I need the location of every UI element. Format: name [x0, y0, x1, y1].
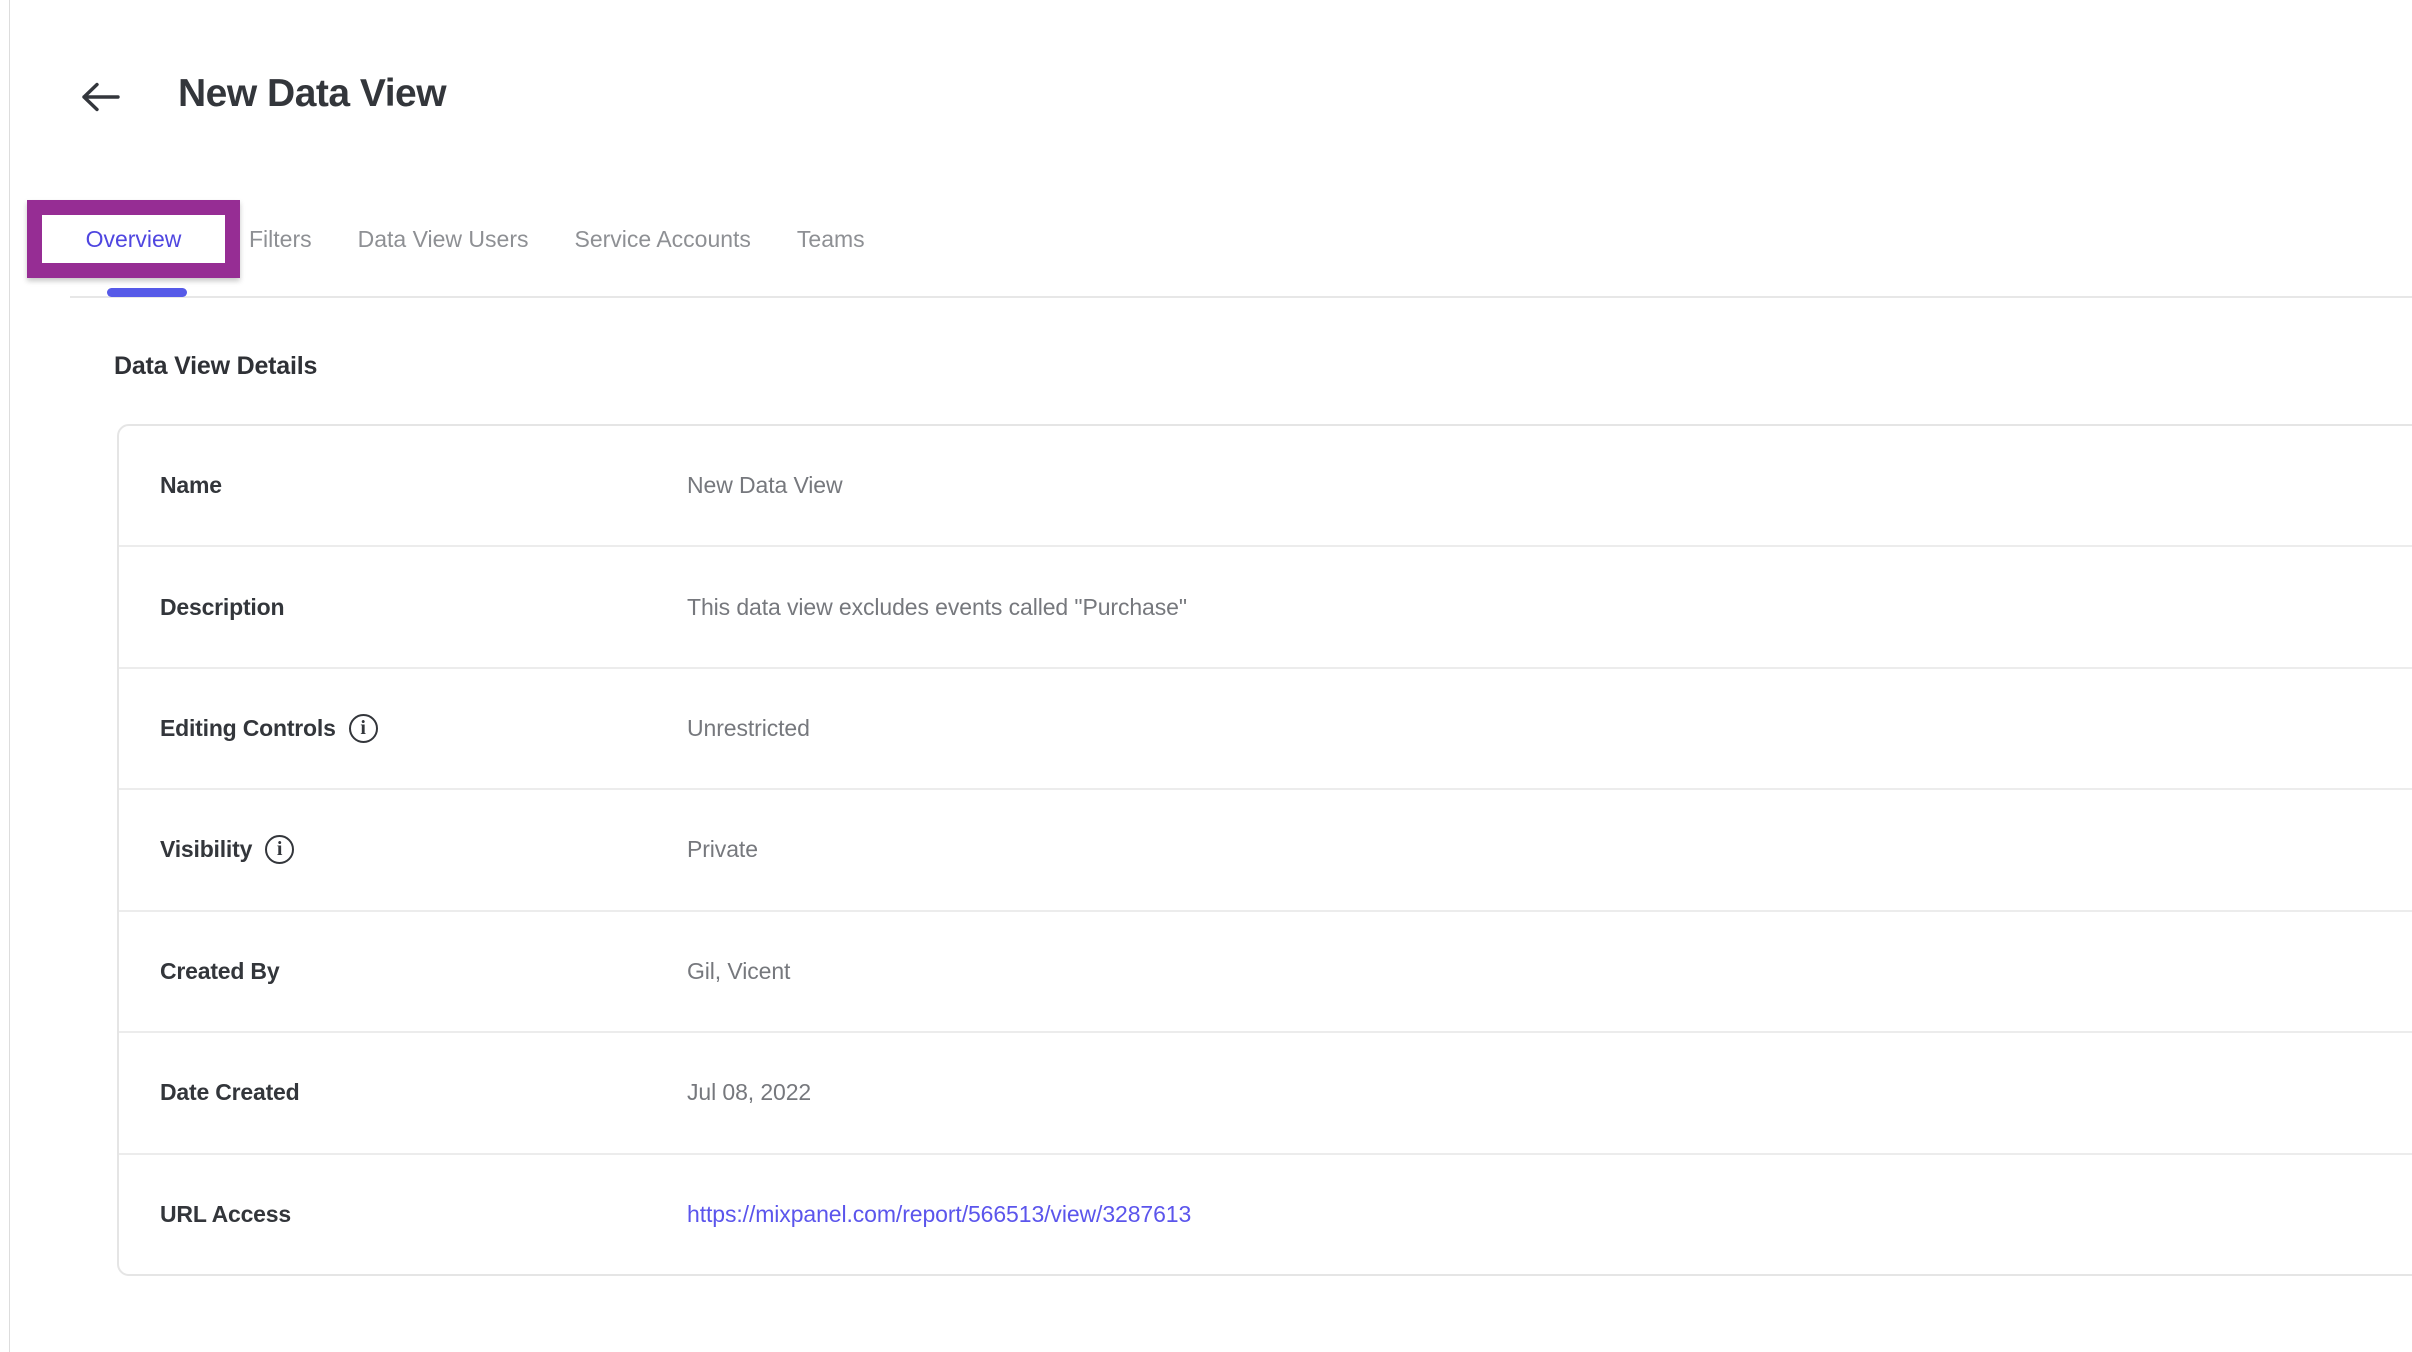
- page-title: New Data View: [178, 70, 446, 118]
- back-button[interactable]: [76, 76, 124, 120]
- editing-controls-value: Unrestricted: [687, 715, 810, 742]
- tab-overview[interactable]: Overview: [86, 226, 182, 253]
- row-label: Date Created: [119, 1079, 679, 1106]
- created-by-value: Gil, Vicent: [687, 958, 790, 985]
- date-created-value: Jul 08, 2022: [687, 1079, 811, 1106]
- row-label: Name: [119, 472, 679, 499]
- row-label: Editing Controls i: [119, 714, 679, 743]
- data-view-settings-page: New Data View Overview Filters Data View…: [0, 0, 2412, 1352]
- description-label: Description: [160, 594, 284, 621]
- detail-row-created-by: Created By Gil, Vicent: [119, 910, 2412, 1031]
- tab-filters[interactable]: Filters: [249, 226, 312, 253]
- editing-controls-label: Editing Controls: [160, 715, 336, 742]
- detail-row-description: Description This data view excludes even…: [119, 545, 2412, 666]
- name-value: New Data View: [687, 472, 843, 499]
- detail-row-visibility: Visibility i Private: [119, 788, 2412, 909]
- detail-row-date-created: Date Created Jul 08, 2022: [119, 1031, 2412, 1152]
- description-value: This data view excludes events called "P…: [687, 594, 1187, 621]
- row-label: Description: [119, 594, 679, 621]
- date-created-label: Date Created: [160, 1079, 300, 1106]
- data-view-url-link[interactable]: https://mixpanel.com/report/566513/view/…: [687, 1201, 1191, 1228]
- tab-teams[interactable]: Teams: [797, 226, 865, 253]
- name-label: Name: [160, 472, 222, 499]
- visibility-value: Private: [687, 836, 758, 863]
- detail-row-editing-controls: Editing Controls i Unrestricted: [119, 667, 2412, 788]
- tab-service-accounts[interactable]: Service Accounts: [575, 226, 751, 253]
- tab-data-view-users[interactable]: Data View Users: [358, 226, 529, 253]
- left-arrow-icon: [78, 78, 122, 119]
- info-icon[interactable]: i: [349, 714, 378, 743]
- created-by-label: Created By: [160, 958, 279, 985]
- annotation-highlight-box: Overview: [27, 200, 240, 278]
- tab-bar: Filters Data View Users Service Accounts…: [249, 226, 865, 253]
- section-heading: Data View Details: [114, 352, 317, 381]
- info-icon[interactable]: i: [265, 835, 294, 864]
- detail-row-url-access: URL Access https://mixpanel.com/report/5…: [119, 1153, 2412, 1274]
- row-label: Visibility i: [119, 835, 679, 864]
- active-tab-indicator: [107, 288, 187, 297]
- row-label: Created By: [119, 958, 679, 985]
- detail-row-name: Name New Data View: [119, 426, 2412, 545]
- visibility-label: Visibility: [160, 836, 252, 863]
- tabs-divider-line: [70, 296, 2412, 298]
- left-edge-divider: [9, 0, 10, 1352]
- data-view-details-card: Name New Data View Description This data…: [117, 424, 2412, 1276]
- url-access-label: URL Access: [160, 1201, 291, 1228]
- row-label: URL Access: [119, 1201, 679, 1228]
